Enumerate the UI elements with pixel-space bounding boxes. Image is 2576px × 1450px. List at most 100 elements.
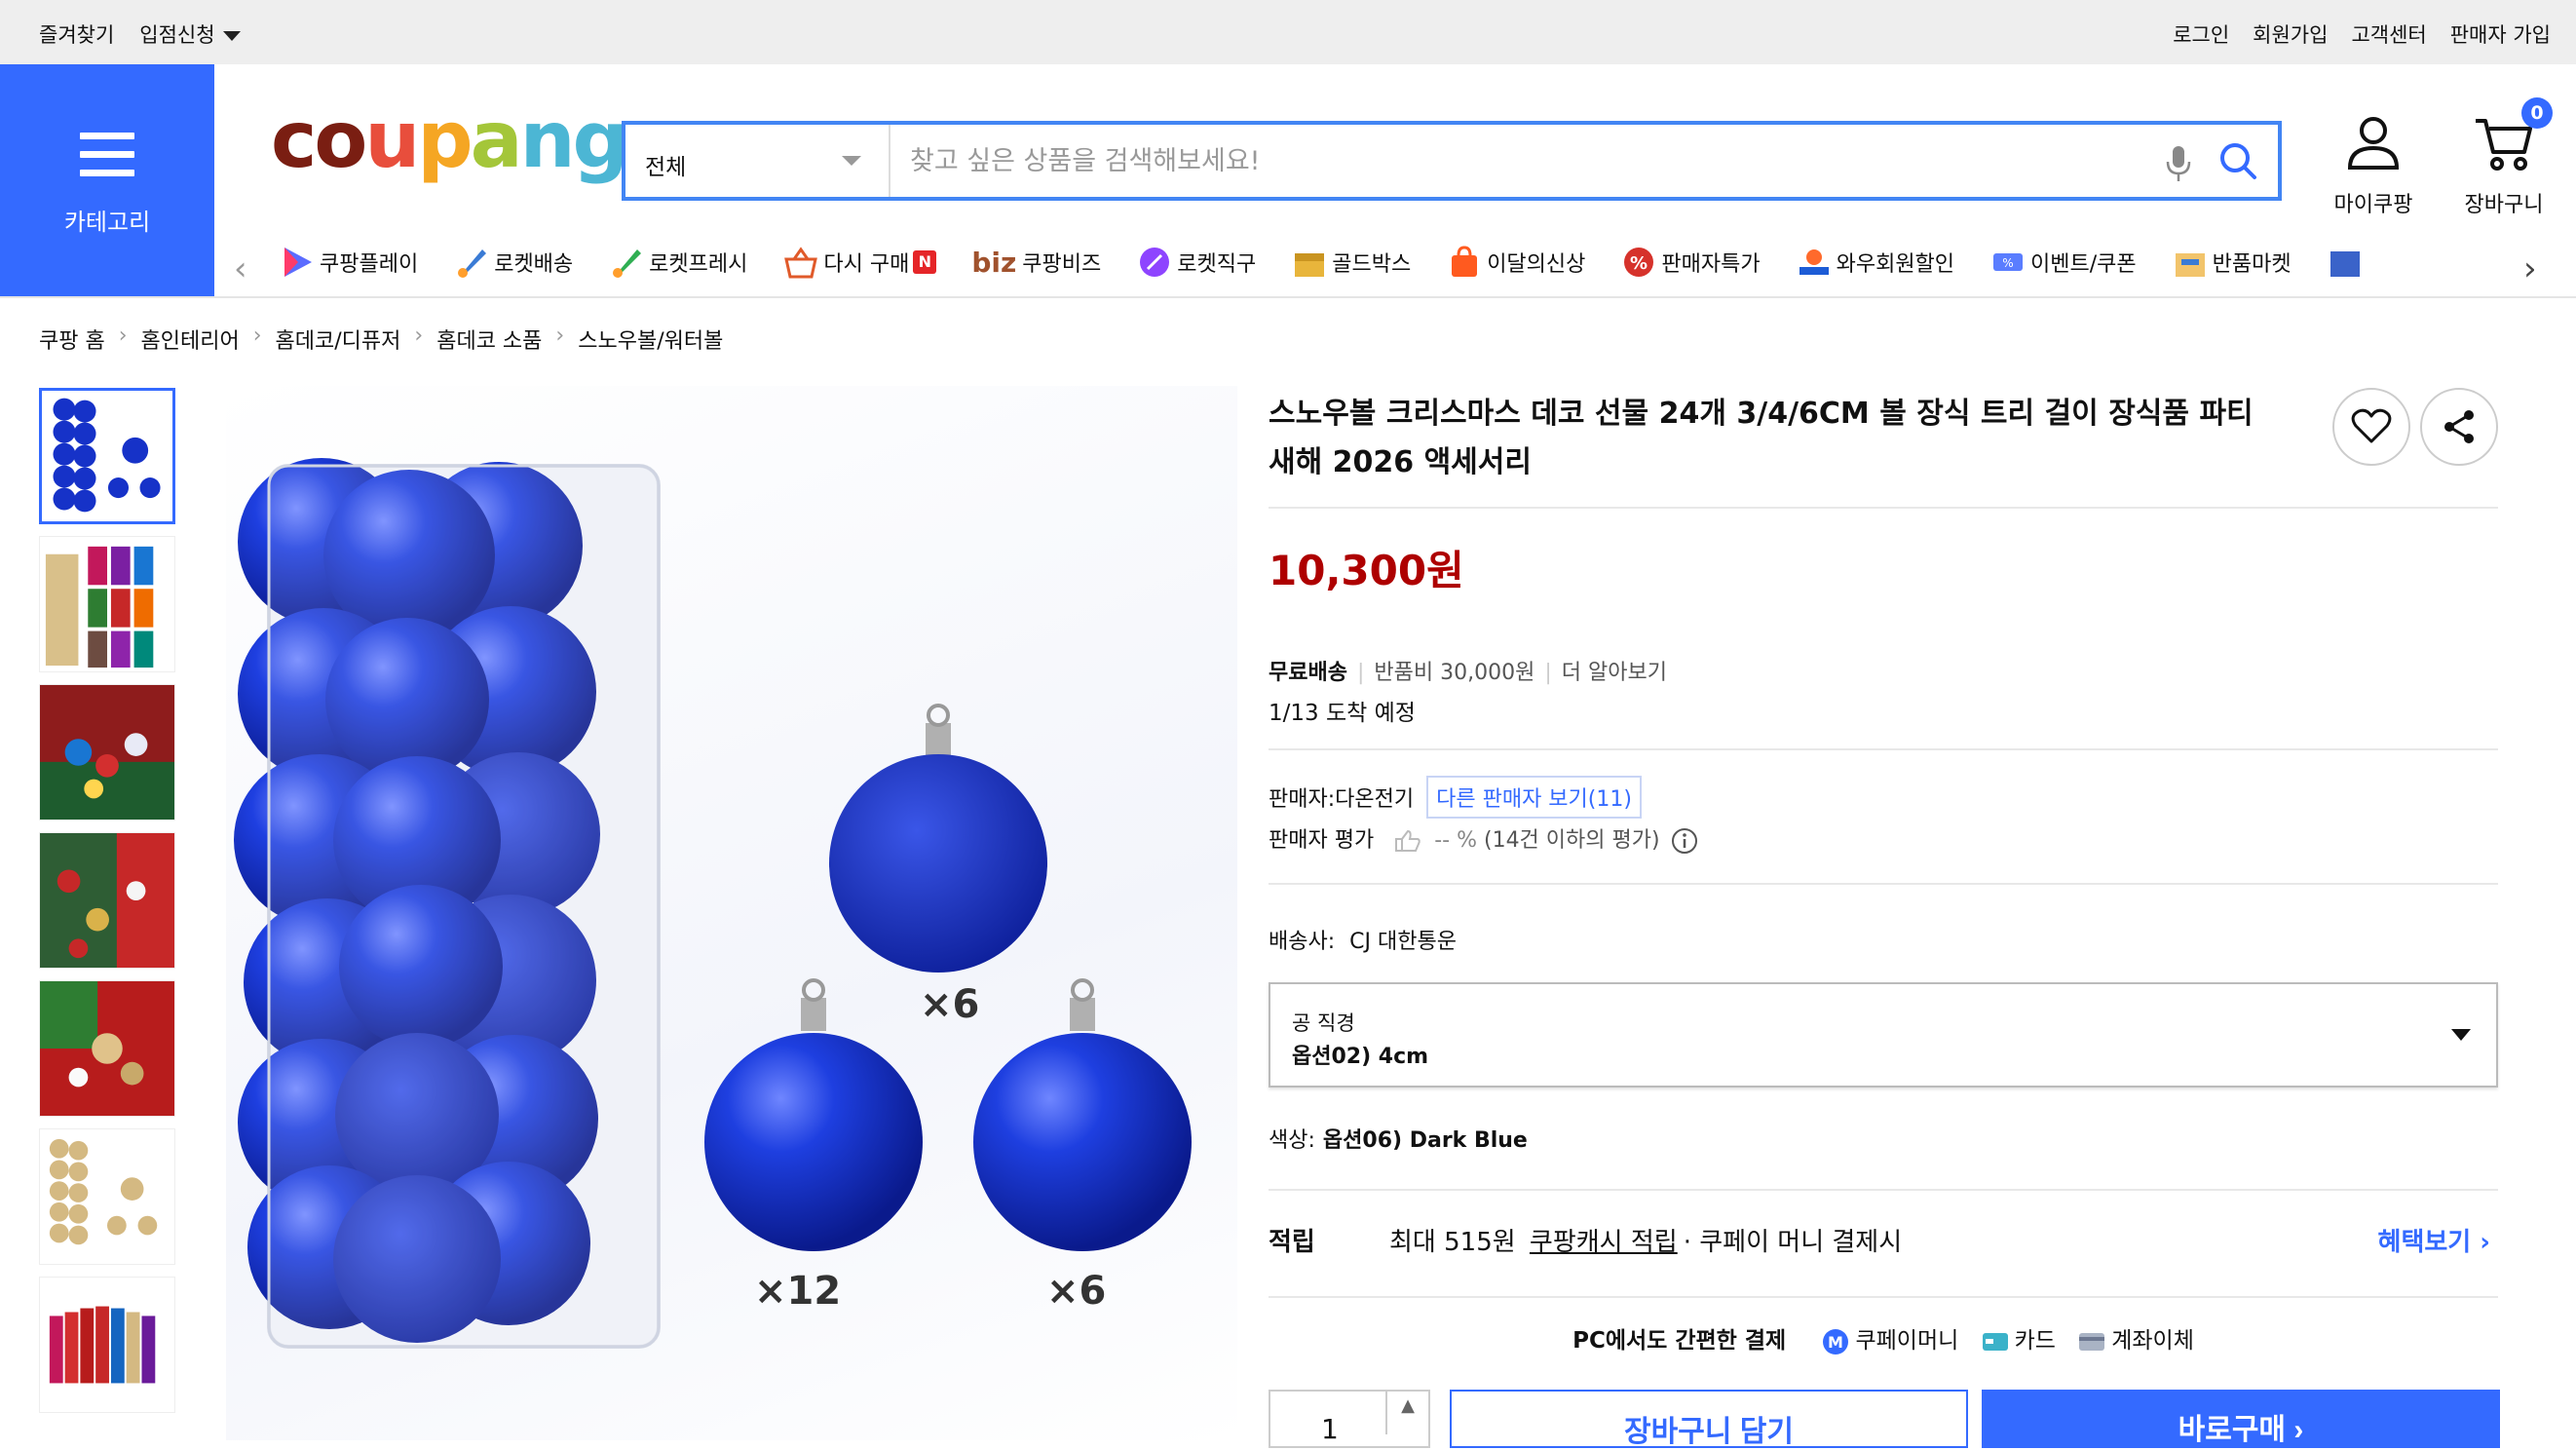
product-title: 스노우볼 크리스마스 데코 선물 24개 3/4/6CM 볼 장식 트리 걸이 … bbox=[1269, 397, 2254, 479]
learn-more-link[interactable]: 더 알아보기 bbox=[1562, 661, 1667, 685]
thumbnail-5[interactable] bbox=[39, 980, 175, 1117]
buy-now-button[interactable]: 바로구매 › bbox=[1982, 1390, 2500, 1448]
store-icon bbox=[2330, 251, 2360, 277]
nav-rocket-fresh[interactable]: 로켓프레시 bbox=[608, 246, 747, 279]
nav-label: 이벤트/쿠폰 bbox=[2030, 252, 2137, 277]
svg-text:%: % bbox=[2002, 256, 2013, 270]
box-icon bbox=[2175, 253, 2205, 277]
nav-new-arrivals[interactable]: 이달의신상 bbox=[1446, 246, 1585, 279]
customer-center-link[interactable]: 고객센터 bbox=[2351, 19, 2426, 49]
category-menu-button[interactable]: 카테고리 bbox=[0, 64, 214, 296]
thumbnail-1[interactable] bbox=[39, 388, 175, 524]
search-category-select[interactable]: 전체 bbox=[625, 125, 890, 197]
top-utility-bar: 즐겨찾기 입점신청 로그인 회원가입 고객센터 판매자 가입 bbox=[0, 0, 2576, 64]
divider bbox=[1269, 1189, 2498, 1191]
nav-label: 골드박스 bbox=[1332, 252, 1412, 277]
nav-label: 다시 구매 bbox=[823, 252, 910, 277]
signup-link[interactable]: 회원가입 bbox=[2253, 19, 2328, 49]
other-sellers-button[interactable]: 다른 판매자 보기(11) bbox=[1426, 776, 1642, 819]
breadcrumb-item[interactable]: 홈데코/디퓨저 bbox=[276, 324, 401, 355]
nav-goldbox[interactable]: 골드박스 bbox=[1291, 246, 1411, 279]
chevron-right-icon: › bbox=[2293, 1414, 2304, 1446]
nav-wow-discount[interactable]: 와우회원할인 bbox=[1796, 246, 1954, 279]
main-product-image[interactable]: ×6 ×12 ×6 bbox=[226, 386, 1237, 1440]
color-value: 옵션06) Dark Blue bbox=[1322, 1128, 1528, 1153]
breadcrumb-item[interactable]: 스노우볼/워터볼 bbox=[578, 324, 723, 355]
play-icon bbox=[284, 248, 312, 277]
courier-label: 배송사: bbox=[1269, 930, 1336, 954]
nav-coupang-biz[interactable]: biz 쿠팡비즈 bbox=[971, 246, 1101, 279]
wishlist-button[interactable] bbox=[2332, 388, 2410, 466]
product-price: 10,300원 bbox=[1269, 547, 1464, 594]
thumbnail-4[interactable] bbox=[39, 832, 175, 969]
hamburger-icon bbox=[80, 133, 134, 188]
nav-more-partial[interactable] bbox=[2327, 246, 2368, 279]
chevron-right-icon: › bbox=[555, 324, 565, 348]
option-select[interactable]: 공 직경 옵션02) 4cm bbox=[1269, 982, 2498, 1088]
nav-coupang-play[interactable]: 쿠팡플레이 bbox=[279, 246, 418, 279]
share-button[interactable] bbox=[2420, 388, 2498, 466]
chevron-down-icon bbox=[842, 156, 861, 166]
new-badge: N bbox=[913, 250, 937, 274]
chevron-right-icon[interactable]: › bbox=[2523, 249, 2537, 288]
nav-rocket-global[interactable]: 로켓직구 bbox=[1136, 246, 1256, 279]
seller-label: 판매자: bbox=[1269, 787, 1336, 812]
chevron-left-icon[interactable]: ‹ bbox=[234, 249, 247, 288]
breadcrumb-item[interactable]: 홈데코 소품 bbox=[436, 324, 542, 355]
thumbnail-2[interactable] bbox=[39, 536, 175, 672]
svg-text:M: M bbox=[1829, 1333, 1844, 1352]
add-to-cart-button[interactable]: 장바구니 담기 bbox=[1450, 1390, 1968, 1448]
nav-events-coupons[interactable]: % 이벤트/쿠폰 bbox=[1989, 246, 2137, 279]
rocket-fresh-icon bbox=[613, 249, 642, 278]
nav-rocket-delivery[interactable]: 로켓배송 bbox=[453, 246, 573, 279]
search-input[interactable] bbox=[910, 138, 2118, 183]
bookmark-link[interactable]: 즐겨찾기 bbox=[39, 19, 114, 49]
thumbnail-6[interactable] bbox=[39, 1128, 175, 1265]
biz-icon: biz bbox=[971, 246, 1017, 279]
global-rocket-icon bbox=[1140, 248, 1170, 277]
chevron-right-icon: › bbox=[252, 324, 262, 348]
nav-seller-deals[interactable]: % 판매자특가 bbox=[1620, 246, 1761, 279]
coupang-cash-link[interactable]: 쿠팡캐시 적립 bbox=[1530, 1228, 1678, 1257]
benefits-link[interactable]: 혜택보기 › bbox=[2378, 1222, 2490, 1258]
nav-return-market[interactable]: 반품마켓 bbox=[2172, 246, 2292, 279]
breadcrumb: 쿠팡 홈 › 홈인테리어 › 홈데코/디퓨저 › 홈데코 소품 › 스노우볼/워터볼 bbox=[39, 324, 723, 355]
goldbox-icon bbox=[1295, 253, 1325, 277]
nav-rebuy[interactable]: 다시 구매 N bbox=[782, 246, 937, 279]
chevron-up-icon[interactable]: ▲ bbox=[1385, 1392, 1428, 1434]
chevron-right-icon: › bbox=[414, 324, 424, 348]
thumbnail-3[interactable] bbox=[39, 684, 175, 820]
login-link[interactable]: 로그인 bbox=[2173, 19, 2229, 49]
pay-method: 계좌이체 bbox=[2111, 1328, 2194, 1354]
qty-label-right: ×6 bbox=[1046, 1269, 1107, 1314]
chevron-down-icon bbox=[2451, 1029, 2471, 1041]
seller-signup-link[interactable]: 판매자 가입 bbox=[2450, 19, 2551, 49]
cart-button[interactable]: 장바구니 bbox=[2455, 113, 2553, 218]
seller-info: 판매자:다온전기 다른 판매자 보기(11) bbox=[1269, 776, 1642, 819]
color-label: 색상: bbox=[1269, 1128, 1315, 1153]
search-icon[interactable] bbox=[2217, 140, 2258, 181]
quantity-stepper[interactable]: 1 ▲ bbox=[1269, 1390, 1430, 1448]
card-icon bbox=[1982, 1332, 2008, 1351]
mycoupang-button[interactable]: 마이쿠팡 bbox=[2325, 113, 2422, 218]
microphone-icon[interactable] bbox=[2165, 144, 2192, 183]
divider bbox=[1269, 748, 2498, 750]
breadcrumb-item[interactable]: 홈인테리어 bbox=[141, 324, 240, 355]
pay-method: 카드 bbox=[2014, 1328, 2056, 1354]
breadcrumb-item[interactable]: 쿠팡 홈 bbox=[39, 324, 105, 355]
option-label: 공 직경 bbox=[1292, 1011, 1355, 1035]
heart-icon bbox=[2351, 408, 2392, 443]
buy-now-label: 바로구매 bbox=[2178, 1414, 2287, 1446]
rocket-icon bbox=[458, 249, 487, 278]
seller-apply-link[interactable]: 입점신청 bbox=[139, 19, 241, 49]
shortcut-nav: ‹ 쿠팡플레이 로켓배송 로켓프레시 다시 구매 N biz 쿠팡비즈 로켓직구 골… bbox=[224, 240, 2576, 290]
basket-icon bbox=[784, 247, 818, 279]
nav-label: 쿠팡플레이 bbox=[320, 252, 419, 277]
search-bar: 전체 bbox=[622, 121, 2282, 201]
thumbnail-7[interactable] bbox=[39, 1277, 175, 1413]
divider bbox=[1269, 1296, 2498, 1298]
coupang-logo[interactable]: coupang bbox=[271, 101, 628, 179]
percent-icon: % bbox=[1624, 248, 1654, 277]
divider bbox=[1269, 883, 2498, 885]
info-icon[interactable] bbox=[1671, 827, 1698, 855]
